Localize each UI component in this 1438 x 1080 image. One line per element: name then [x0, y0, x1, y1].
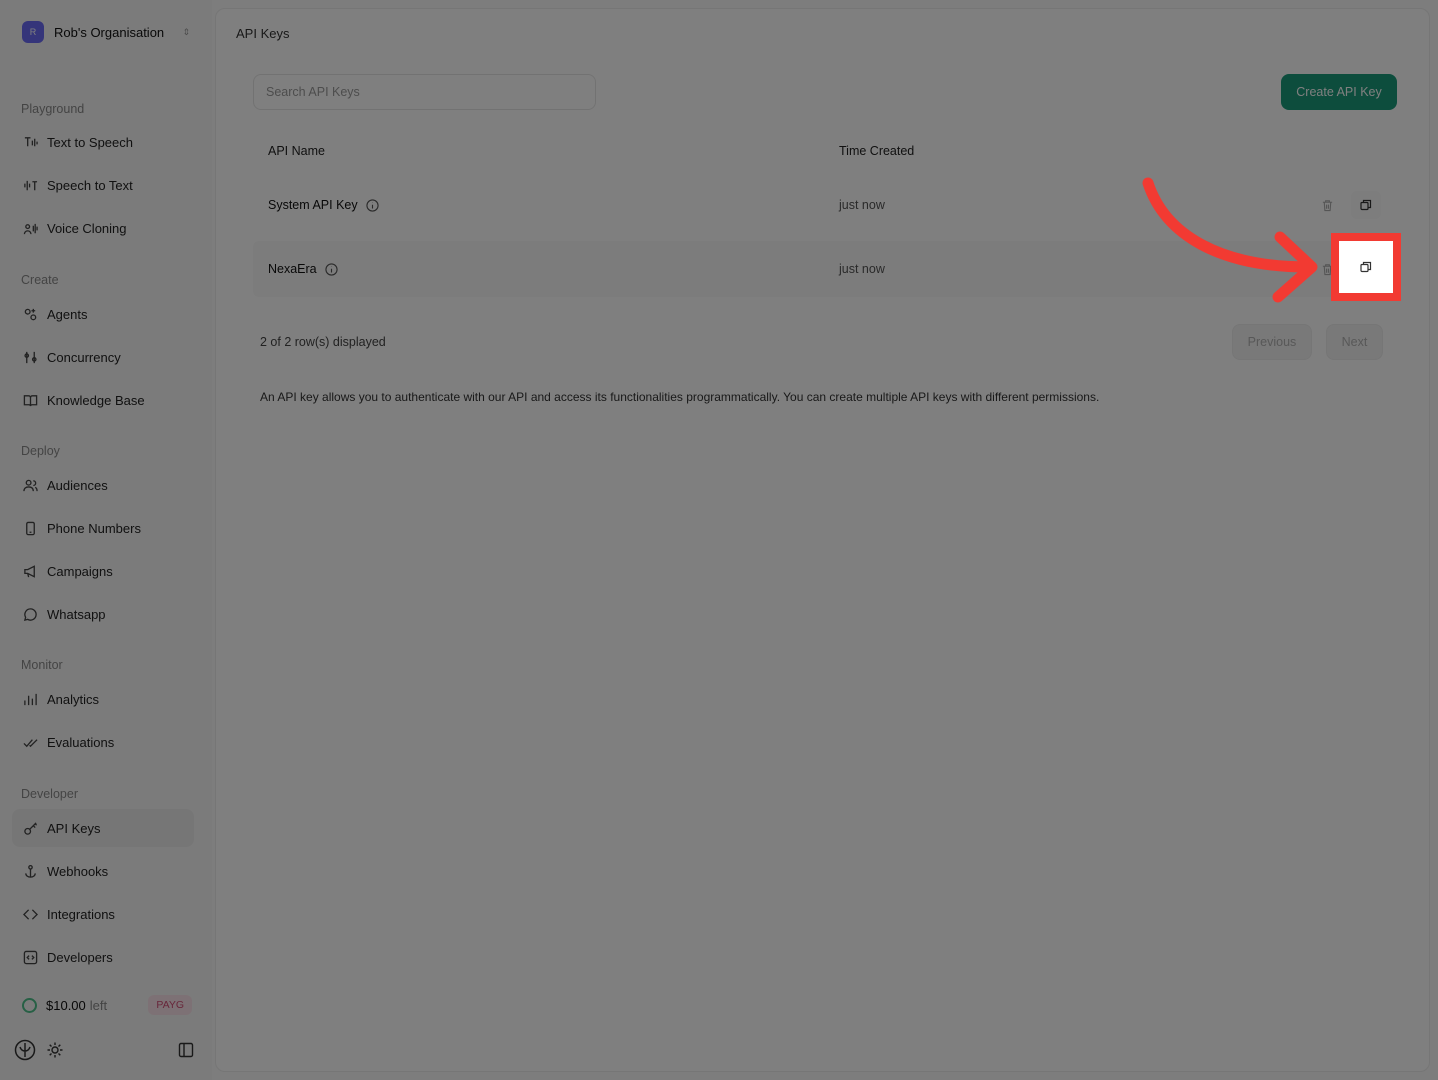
copy-key-button[interactable]	[1351, 191, 1381, 219]
bar-chart-icon	[22, 691, 38, 707]
search-input[interactable]	[253, 74, 596, 110]
sidebar-item-label: Whatsapp	[47, 606, 106, 622]
sidebar-item-whatsapp[interactable]: Whatsapp	[12, 595, 194, 633]
sidebar-item-speech-to-text[interactable]: Speech to Text	[12, 166, 194, 204]
info-icon[interactable]	[365, 198, 379, 212]
page-title: API Keys	[236, 26, 290, 41]
rows-displayed: 2 of 2 row(s) displayed	[260, 335, 386, 349]
sidebar-item-concurrency[interactable]: Concurrency	[12, 338, 194, 376]
previous-page-button[interactable]: Previous	[1232, 324, 1312, 360]
sidebar-item-phone-numbers[interactable]: Phone Numbers	[12, 509, 194, 547]
brand-logo-icon[interactable]	[14, 1039, 36, 1061]
sidebar-item-label: Campaigns	[47, 563, 113, 579]
sidebar-item-campaigns[interactable]: Campaigns	[12, 552, 194, 590]
column-header-time: Time Created	[839, 144, 915, 158]
time-created: just now	[839, 198, 885, 212]
anchor-icon	[22, 863, 38, 879]
sidebar-collapse-icon[interactable]	[178, 1042, 194, 1058]
sidebar-item-webhooks[interactable]: Webhooks	[12, 852, 194, 890]
credit-amount: $10.00	[46, 997, 86, 1013]
org-switcher[interactable]: R Rob's Organisation ⇕	[12, 14, 200, 50]
column-header-name: API Name	[268, 144, 325, 158]
create-api-key-button[interactable]: Create API Key	[1281, 74, 1397, 110]
sidebar-item-label: Voice Cloning	[47, 220, 127, 236]
credit-suffix: left	[89, 997, 108, 1013]
plan-badge: PAYG	[148, 995, 192, 1015]
text-to-speech-icon	[22, 134, 38, 150]
api-name: NexaEra	[268, 262, 317, 276]
sidebar: R Rob's Organisation ⇕ Playground Text t…	[0, 0, 212, 1080]
main-panel: API Keys Create API Key API Name Time Cr…	[215, 8, 1430, 1072]
speech-to-text-icon	[22, 177, 38, 193]
api-name: System API Key	[268, 198, 358, 212]
sidebar-item-api-keys[interactable]: API Keys	[12, 809, 194, 847]
sidebar-item-analytics[interactable]: Analytics	[12, 680, 194, 718]
integrations-icon	[22, 906, 38, 922]
org-avatar: R	[22, 21, 44, 43]
agents-icon	[22, 306, 38, 322]
sidebar-item-label: API Keys	[47, 820, 101, 836]
sidebar-item-label: Speech to Text	[47, 177, 133, 193]
pointer-arrow-icon	[1142, 177, 1318, 303]
highlight-box	[1331, 233, 1401, 301]
api-key-description: An API key allows you to authenticate wi…	[260, 390, 1100, 404]
chat-bubble-icon	[22, 606, 38, 622]
sidebar-item-label: Integrations	[47, 906, 115, 922]
sidebar-item-text-to-speech[interactable]: Text to Speech	[12, 123, 194, 161]
section-title-developer: Developer	[21, 787, 78, 801]
chevron-updown-icon: ⇕	[182, 26, 190, 37]
sidebar-item-label: Analytics	[47, 691, 100, 707]
sidebar-item-voice-cloning[interactable]: Voice Cloning	[12, 209, 194, 247]
sidebar-item-integrations[interactable]: Integrations	[12, 895, 194, 933]
sidebar-item-label: Agents	[47, 306, 88, 322]
sidebar-item-label: Developers	[47, 949, 113, 965]
voice-cloning-icon	[22, 220, 38, 236]
time-created: just now	[839, 262, 885, 276]
org-name: Rob's Organisation	[54, 24, 165, 40]
credit-ring-icon	[22, 997, 37, 1013]
sidebar-item-agents[interactable]: Agents	[12, 295, 194, 333]
copy-key-button-highlighted[interactable]	[1348, 250, 1384, 284]
copy-icon	[1360, 261, 1372, 273]
users-icon	[22, 477, 38, 493]
key-icon	[22, 820, 38, 836]
info-icon[interactable]	[325, 262, 338, 276]
section-title-playground: Playground	[21, 102, 85, 116]
phone-icon	[22, 520, 38, 536]
section-title-monitor: Monitor	[21, 658, 63, 672]
sidebar-item-evaluations[interactable]: Evaluations	[12, 723, 194, 761]
api-name-cell: NexaEra	[268, 241, 338, 297]
megaphone-icon	[22, 563, 38, 579]
code-icon	[22, 949, 38, 965]
sidebar-item-label: Webhooks	[47, 863, 109, 879]
sidebar-item-knowledge-base[interactable]: Knowledge Base	[12, 381, 194, 419]
sidebar-item-label: Text to Speech	[47, 134, 133, 150]
copy-icon	[1360, 199, 1372, 211]
settings-gear-icon[interactable]	[46, 1041, 64, 1059]
sidebar-item-label: Concurrency	[47, 349, 121, 365]
next-page-button[interactable]: Next	[1326, 324, 1383, 360]
sidebar-item-developers[interactable]: Developers	[12, 938, 194, 976]
sidebar-item-label: Phone Numbers	[47, 520, 141, 536]
sidebar-item-audiences[interactable]: Audiences	[12, 466, 194, 504]
credits-balance[interactable]: $10.00 left PAYG	[12, 990, 194, 1020]
sidebar-item-label: Evaluations	[47, 734, 115, 750]
checkmarks-icon	[22, 734, 38, 750]
section-title-create: Create	[21, 273, 59, 287]
section-title-deploy: Deploy	[21, 444, 60, 458]
book-icon	[22, 392, 38, 408]
sidebar-item-label: Audiences	[47, 477, 108, 493]
api-name-cell: System API Key	[268, 177, 379, 233]
sidebar-item-label: Knowledge Base	[47, 392, 145, 408]
concurrency-icon	[22, 349, 38, 365]
sidebar-footer	[14, 1038, 194, 1062]
